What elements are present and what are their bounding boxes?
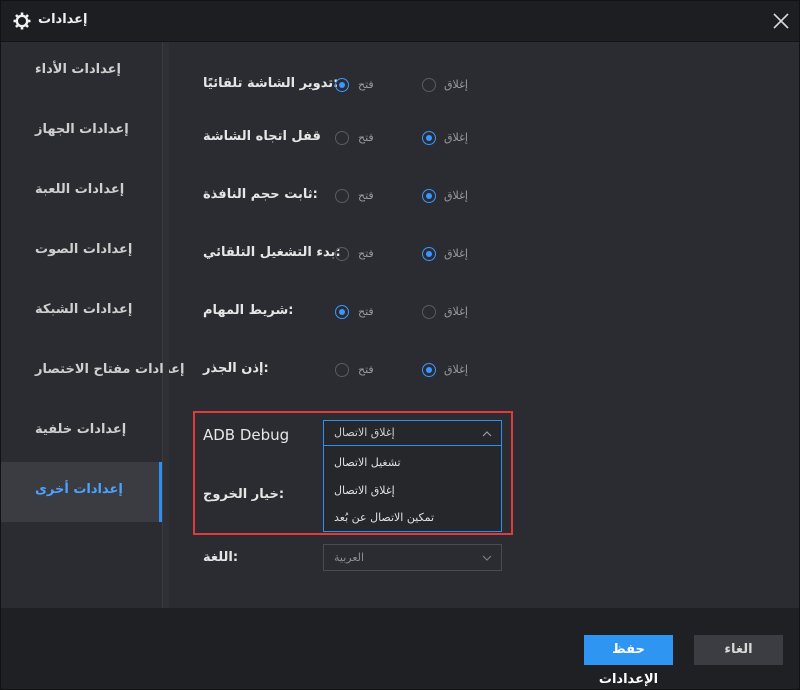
radio-close-label: إغلاق [444,78,468,91]
sidebar-item-label: إعدادات الصوت [35,242,133,257]
setting-label: بدء التشغيل التلقائي: [203,245,341,260]
setting-label: ثابت حجم النافذة: [203,187,318,202]
setting-label: قفل اتجاه الشاشة [203,129,321,144]
radio-open[interactable] [335,189,349,203]
radio-close-label: إغلاق [444,247,468,260]
settings-window: إعدادات إعدادات الأداء إعدادات الجهاز إع… [0,0,800,690]
radio-open[interactable] [335,305,349,319]
radio-close[interactable] [422,247,436,261]
radio-close[interactable] [422,363,436,377]
sidebar-item-label: إعدادات أخرى [35,482,123,497]
adb-debug-selected: إغلاق الاتصال [334,426,395,439]
adb-debug-select[interactable]: إغلاق الاتصال [323,420,502,446]
radio-close-label: إغلاق [444,305,468,318]
sidebar-item-performance[interactable]: إعدادات الأداء [1,42,162,102]
radio-open-label: فتح [358,247,374,260]
radio-close[interactable] [422,78,436,92]
sidebar: إعدادات الأداء إعدادات الجهاز إعدادات ال… [1,42,185,608]
chevron-up-icon [482,431,492,437]
radio-close-label: إغلاق [444,131,468,144]
chevron-down-icon [482,555,492,561]
sidebar-item-label: إعدادات الأداء [35,62,121,77]
sidebar-item-background[interactable]: إعدادات خلفية [1,402,162,462]
language-select[interactable]: العربية [323,544,502,571]
exit-option-label: خيار الخروج: [203,487,285,502]
dropdown-option-label: تمكين الاتصال عن بُعد [334,511,435,524]
radio-open[interactable] [335,363,349,377]
scrollbar-track[interactable] [163,42,169,608]
adb-debug-label: ADB Debug [203,426,290,444]
adb-debug-dropdown: تشغيل الاتصال إغلاق الاتصال تمكين الاتصا… [323,446,502,532]
radio-open-label: فتح [358,305,374,318]
cancel-button[interactable]: الغاء [694,635,783,665]
radio-close-label: إغلاق [444,189,468,202]
radio-open[interactable] [335,131,349,145]
title-bar: إعدادات [1,1,799,42]
sidebar-item-other[interactable]: إعدادات أخرى [1,462,162,522]
dropdown-option-label: تشغيل الاتصال [334,456,401,469]
radio-open[interactable] [335,247,349,261]
radio-open[interactable] [335,78,349,92]
sidebar-item-device[interactable]: إعدادات الجهاز [1,102,162,162]
radio-open-label: فتح [358,189,374,202]
radio-close[interactable] [422,189,436,203]
dropdown-option-close-connection[interactable]: إغلاق الاتصال [324,476,501,504]
radio-close[interactable] [422,305,436,319]
setting-label: تدوير الشاشة تلقائيًا: [203,76,339,91]
sidebar-item-sound[interactable]: إعدادات الصوت [1,222,162,282]
sidebar-item-game[interactable]: إعدادات اللعبة [1,162,162,222]
window-title: إعدادات [38,12,88,27]
language-label: اللغة: [203,550,239,565]
close-icon[interactable] [771,11,791,31]
setting-label: شريط المهام: [203,303,294,318]
setting-label: إذن الجذر: [203,361,269,376]
sidebar-item-label: إعدادات اللعبة [35,182,125,197]
language-selected: العربية [334,551,365,564]
dropdown-option-remote-connection[interactable]: تمكين الاتصال عن بُعد [324,503,501,531]
footer-bar [1,608,799,689]
radio-open-label: فتح [358,363,374,376]
dropdown-option-label: إغلاق الاتصال [334,484,395,497]
sidebar-item-shortcut[interactable]: إعدادات مفتاح الاختصار [1,342,185,402]
radio-close[interactable] [422,131,436,145]
sidebar-item-label: إعدادات خلفية [35,422,127,437]
save-settings-button[interactable]: حفظ الإعدادات [584,635,673,687]
dropdown-option-enable-connection[interactable]: تشغيل الاتصال [324,448,501,476]
radio-open-label: فتح [358,78,374,91]
radio-open-label: فتح [358,131,374,144]
sidebar-item-label: إعدادات الجهاز [35,122,129,137]
gear-icon [13,12,31,30]
sidebar-item-network[interactable]: إعدادات الشبكة [1,282,162,342]
sidebar-item-label: إعدادات الشبكة [35,302,133,317]
radio-close-label: إغلاق [444,363,468,376]
